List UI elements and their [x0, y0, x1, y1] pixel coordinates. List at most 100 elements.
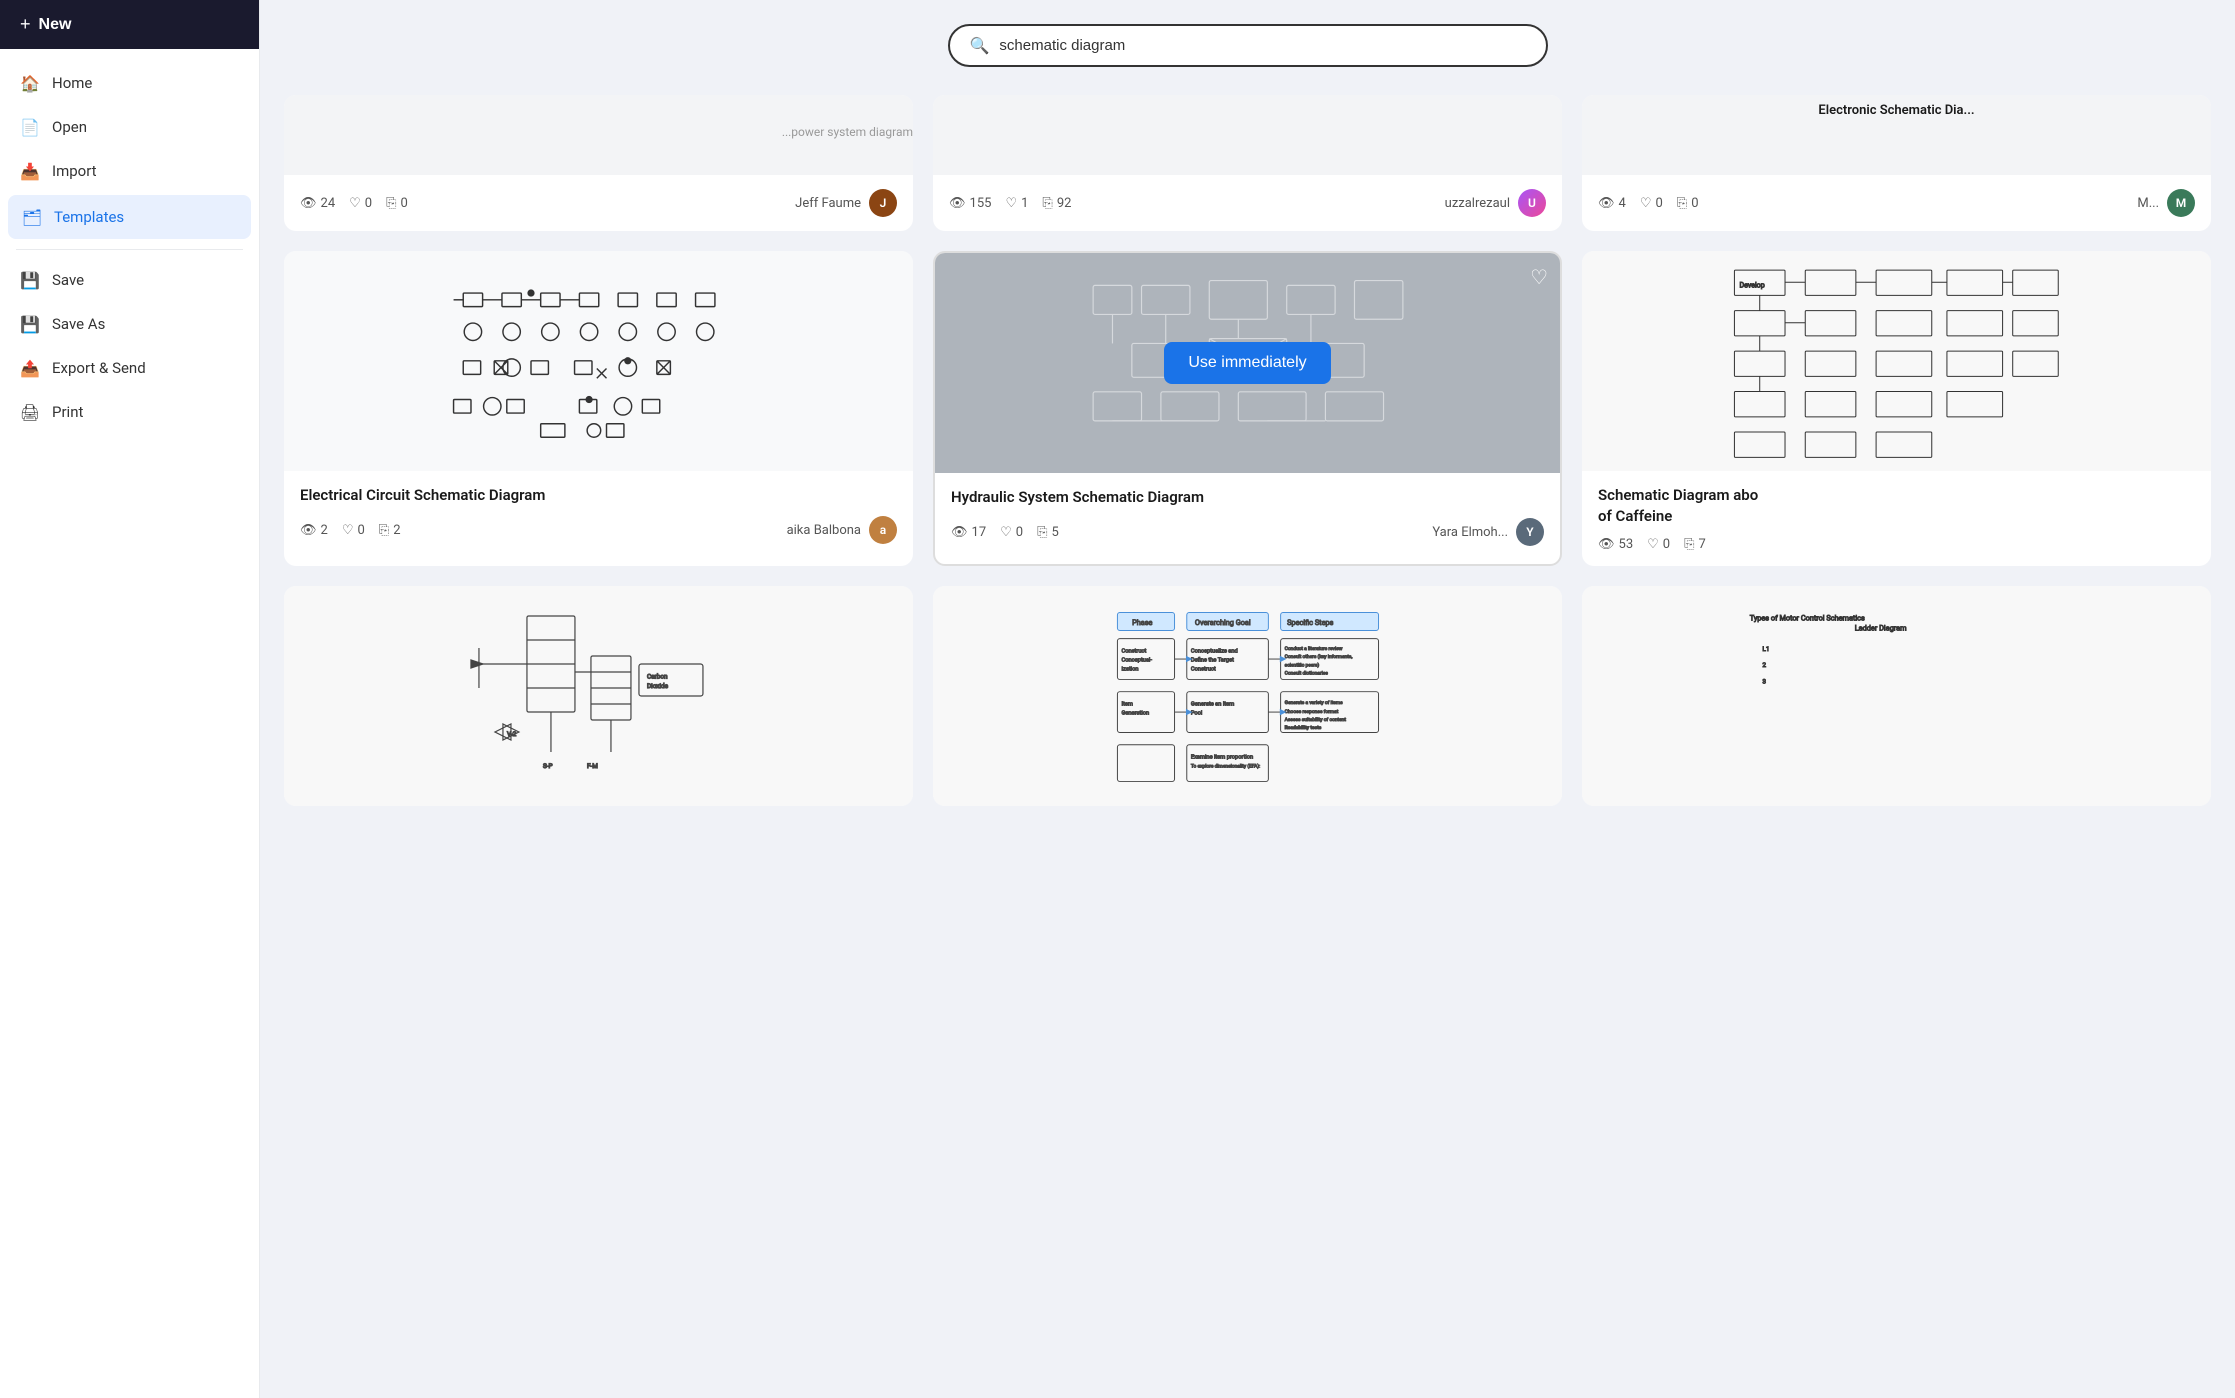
- svg-text:S-P: S-P: [543, 762, 553, 770]
- forks-count: 92: [1057, 196, 1072, 211]
- card-image-hydraulic: Use immediately ♡: [935, 253, 1560, 473]
- views-stat: 👁 24: [300, 196, 335, 211]
- template-card-electronic-top[interactable]: Electronic Schematic Dia... 👁 4 ♡ 0: [1582, 95, 2211, 231]
- template-card-flow[interactable]: Phase Overarching Goal Specific Steps Co…: [933, 586, 1562, 806]
- forks-count: 0: [1691, 196, 1698, 211]
- views-icon: 👁: [1598, 196, 1615, 211]
- template-card-carbon[interactable]: Carbon Dioxide V-2 S-P F-M: [284, 586, 913, 806]
- ladder-svg: Types of Motor Control Schematics Ladder…: [1615, 606, 2179, 786]
- svg-text:Overarching Goal: Overarching Goal: [1194, 618, 1250, 627]
- card-stats-caffeine: 👁 53 ♡ 0 ⎘ 7: [1598, 537, 1706, 552]
- templates-bottom-row: Carbon Dioxide V-2 S-P F-M: [284, 586, 2211, 806]
- search-icon: 🔍: [970, 36, 990, 55]
- sidebar: + New 🏠 Home 📄 Open 📥 Import 🗂 Templates…: [0, 0, 260, 1398]
- views-count: 155: [970, 196, 992, 211]
- templates-icon: 🗂: [22, 207, 42, 227]
- print-icon: 🖨: [20, 402, 40, 422]
- svg-text:Consult others (key informants: Consult others (key informants,: [1284, 653, 1352, 660]
- svg-text:Choose response format: Choose response format: [1284, 708, 1338, 715]
- svg-text:Conceptualize and: Conceptualize and: [1190, 649, 1237, 655]
- card-meta-hydraulic: 👁 17 ♡ 0 ⎘ 5 Yara Elmoh... Y: [951, 518, 1544, 546]
- svg-text:Construct: Construct: [1121, 649, 1146, 655]
- sidebar-item-home[interactable]: 🏠 Home: [0, 61, 259, 105]
- sidebar-item-export-label: Export & Send: [52, 359, 146, 377]
- caffeine-svg: Develop: [1607, 260, 2186, 462]
- svg-text:Develop: Develop: [1740, 280, 1765, 289]
- template-card-caffeine[interactable]: Develop: [1582, 251, 2211, 566]
- svg-text:Construct: Construct: [1190, 667, 1215, 673]
- sidebar-item-save[interactable]: 💾 Save: [0, 258, 259, 302]
- author-name: Jeff Faume: [795, 196, 861, 211]
- card-image-ladder: Types of Motor Control Schematics Ladder…: [1582, 586, 2211, 806]
- card-author-power: Jeff Faume J: [795, 189, 897, 217]
- sidebar-nav: 🏠 Home 📄 Open 📥 Import 🗂 Templates 💾 Sav…: [0, 49, 259, 446]
- sidebar-divider: [16, 249, 243, 250]
- svg-text:Types of Motor Control Schemat: Types of Motor Control Schematics: [1749, 614, 1864, 623]
- card-meta-electrical: 👁 2 ♡ 0 ⎘ 2 aika Balbona a: [300, 516, 897, 544]
- sidebar-item-templates[interactable]: 🗂 Templates: [8, 195, 251, 239]
- likes-count: 1: [1021, 196, 1028, 211]
- card-stats-power: 👁 24 ♡ 0 ⎘ 0: [300, 196, 408, 211]
- card-image-electrical: [284, 251, 913, 471]
- svg-text:Specific Steps: Specific Steps: [1287, 618, 1333, 627]
- avatar: M: [2167, 189, 2195, 217]
- card-title-hydraulic: Hydraulic System Schematic Diagram: [951, 487, 1544, 508]
- svg-text:Define the Target: Define the Target: [1190, 657, 1233, 664]
- sidebar-item-export[interactable]: 📤 Export & Send: [0, 346, 259, 390]
- flow-svg: Phase Overarching Goal Specific Steps Co…: [966, 606, 1530, 786]
- card-title-caffeine: Schematic Diagram abo of Caffeine: [1598, 485, 2195, 527]
- template-card-electrical-circuit[interactable]: Electrical Circuit Schematic Diagram 👁 2…: [284, 251, 913, 566]
- svg-text:L1: L1: [1762, 645, 1769, 653]
- svg-text:Readability tests: Readability tests: [1284, 725, 1321, 731]
- avatar: J: [869, 189, 897, 217]
- svg-text:Carbon: Carbon: [647, 672, 668, 680]
- template-card-ladder[interactable]: Types of Motor Control Schematics Ladder…: [1582, 586, 2211, 806]
- templates-grid: Electrical Circuit Schematic Diagram 👁 2…: [284, 251, 2211, 566]
- plus-icon: +: [20, 14, 31, 35]
- views-count: 24: [321, 196, 336, 211]
- card-author-electronic: M... M: [2137, 189, 2195, 217]
- svg-text:Conduct a literature review: Conduct a literature review: [1284, 646, 1342, 652]
- use-immediately-button[interactable]: Use immediately: [1164, 342, 1330, 384]
- svg-text:2: 2: [1762, 661, 1766, 669]
- likes-icon: ♡: [1005, 196, 1017, 211]
- export-icon: 📤: [20, 358, 40, 378]
- avatar-electrical: a: [869, 516, 897, 544]
- card-author-top2: uzzalrezaul U: [1445, 189, 1546, 217]
- new-button-label: New: [39, 16, 72, 34]
- sidebar-item-print[interactable]: 🖨 Print: [0, 390, 259, 434]
- card-image-carbon: Carbon Dioxide V-2 S-P F-M: [284, 586, 913, 806]
- templates-top-row: ...power system diagram 👁 24 ♡ 0: [284, 95, 2211, 231]
- new-button[interactable]: + New: [0, 0, 259, 49]
- template-card-hydraulic[interactable]: Use immediately ♡ Hydraulic System Schem…: [933, 251, 1562, 566]
- sidebar-item-home-label: Home: [52, 74, 92, 92]
- svg-text:Generate an Item: Generate an Item: [1190, 702, 1233, 708]
- main-content: 🔍 ...power system diagram 👁 24 ♡: [260, 0, 2235, 1398]
- card-meta-caffeine: 👁 53 ♡ 0 ⎘ 7: [1598, 537, 2195, 552]
- svg-text:Ladder Diagram: Ladder Diagram: [1854, 624, 1906, 633]
- svg-text:Generate a variety of items: Generate a variety of items: [1284, 699, 1342, 706]
- views-count: 4: [1619, 196, 1626, 211]
- search-input[interactable]: [999, 37, 1525, 54]
- home-icon: 🏠: [20, 73, 40, 93]
- sidebar-item-open-label: Open: [52, 118, 87, 136]
- sidebar-item-save-as-label: Save As: [52, 315, 105, 333]
- card-author-hydraulic: Yara Elmoh... Y: [1432, 518, 1544, 546]
- heart-icon[interactable]: ♡: [1530, 265, 1548, 289]
- template-card-top2[interactable]: 👁 155 ♡ 1 ⎘ 92 uzzalrezaul: [933, 95, 1562, 231]
- save-icon: 💾: [20, 270, 40, 290]
- sidebar-item-save-as[interactable]: 💾 Save As: [0, 302, 259, 346]
- forks-icon: ⎘: [1042, 196, 1052, 211]
- avatar-hydraulic: Y: [1516, 518, 1544, 546]
- svg-text:Examine item proportion: Examine item proportion: [1190, 755, 1252, 761]
- svg-text:Phase: Phase: [1132, 618, 1152, 627]
- template-card-power-system[interactable]: ...power system diagram 👁 24 ♡ 0: [284, 95, 913, 231]
- likes-icon: ♡: [1640, 196, 1652, 211]
- author-name: M...: [2137, 196, 2159, 211]
- svg-text:Pool: Pool: [1190, 711, 1201, 717]
- svg-text:Generation: Generation: [1121, 711, 1149, 717]
- card-title-electrical: Electrical Circuit Schematic Diagram: [300, 485, 897, 506]
- sidebar-item-import[interactable]: 📥 Import: [0, 149, 259, 193]
- sidebar-item-open[interactable]: 📄 Open: [0, 105, 259, 149]
- import-icon: 📥: [20, 161, 40, 181]
